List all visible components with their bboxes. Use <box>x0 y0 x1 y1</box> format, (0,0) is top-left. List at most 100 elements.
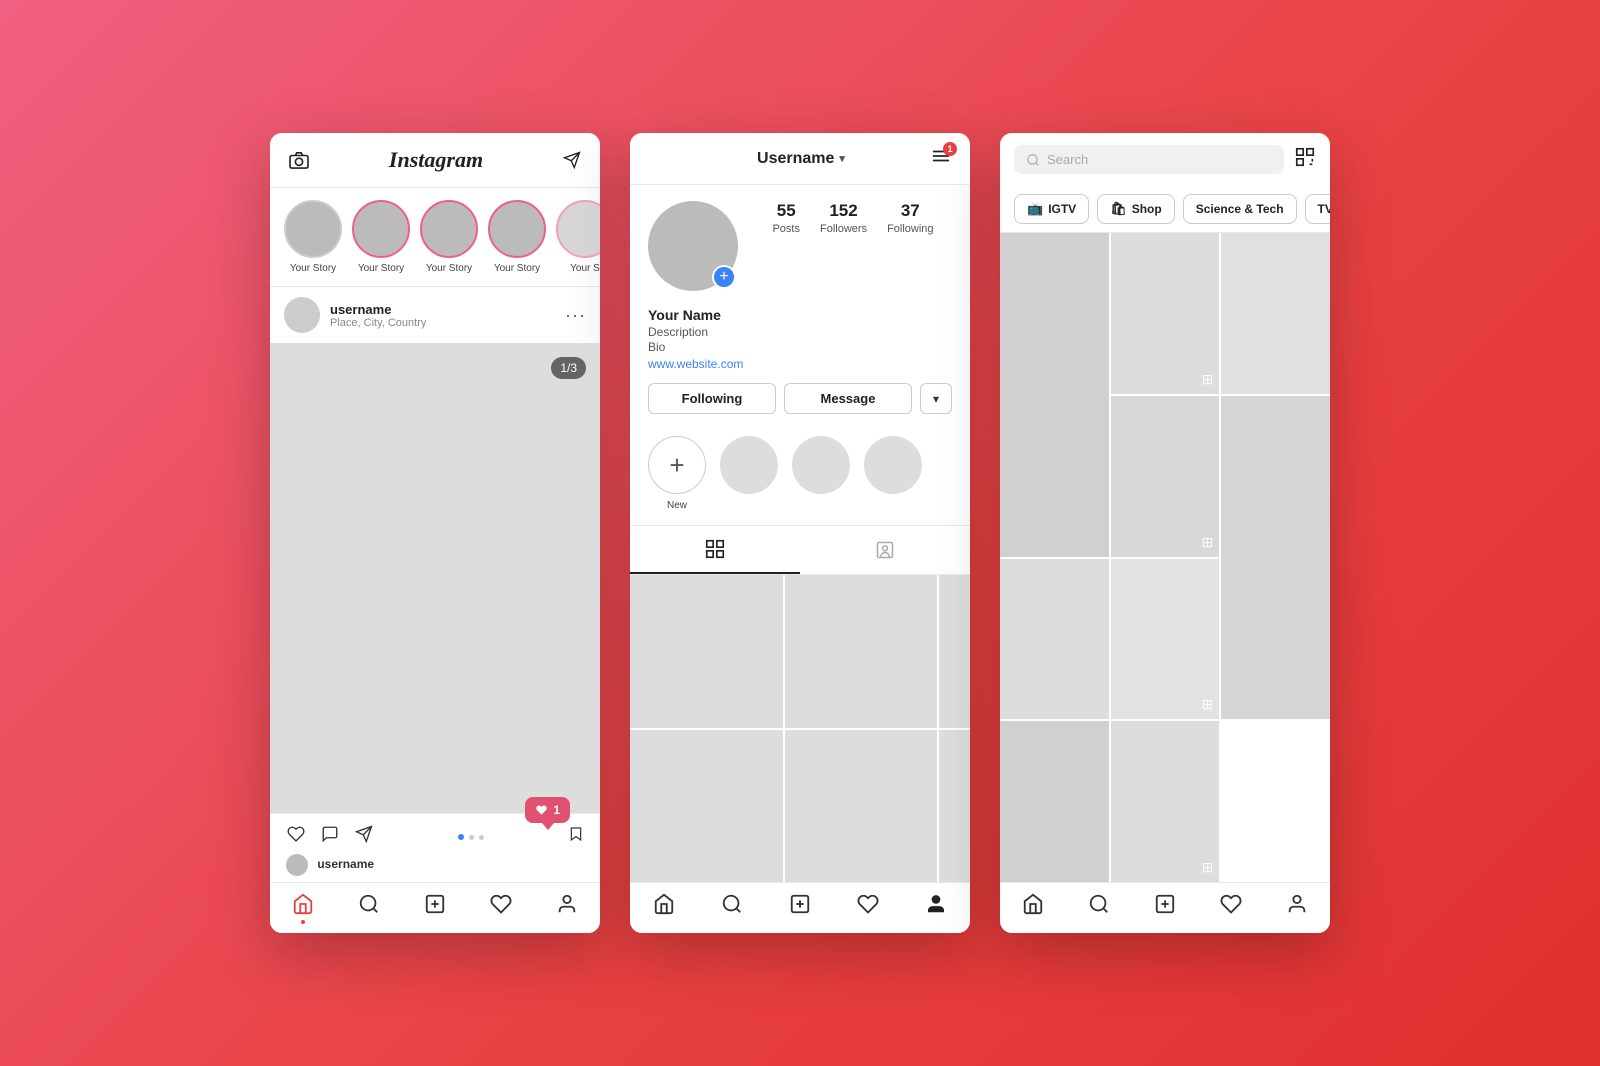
profile-icon[interactable] <box>556 893 578 921</box>
p2-profile-section: + 55 Posts 152 Followers 37 Following <box>630 185 970 307</box>
category-shop[interactable]: 🛍 Shop <box>1097 194 1175 224</box>
qr-code-icon[interactable] <box>1294 146 1316 174</box>
story-label-2: Your Story <box>426 263 472 274</box>
category-science-tech[interactable]: Science & Tech <box>1183 194 1297 224</box>
grid-cell-3 <box>939 575 970 728</box>
p1-header: Instagram <box>270 133 600 188</box>
comment-icon[interactable] <box>320 825 340 849</box>
following-stat[interactable]: 37 Following <box>887 201 933 235</box>
posts-stat: 55 Posts <box>772 201 800 235</box>
phone-1: Instagram Your Story Your Story Your Sto… <box>270 133 600 933</box>
message-button[interactable]: Message <box>784 383 912 414</box>
followers-label: Followers <box>820 223 867 235</box>
tagged-tab[interactable] <box>800 526 970 574</box>
username-text: Username <box>757 150 834 168</box>
save-icon[interactable] <box>568 824 584 850</box>
p3-categories: 📺 IGTV 🛍 Shop Science & Tech TV & mov <box>1000 186 1330 233</box>
highlight-3[interactable] <box>864 436 922 511</box>
search-placeholder-text: Search <box>1047 152 1088 167</box>
more-options-button[interactable]: ▾ <box>920 383 952 414</box>
followers-stat[interactable]: 152 Followers <box>820 201 867 235</box>
profile-name: Your Name <box>648 307 952 323</box>
p2-action-btns: Following Message ▾ <box>630 383 970 428</box>
story-label-1: Your Story <box>358 263 404 274</box>
search-nav-icon[interactable] <box>1088 893 1110 921</box>
grid-tab[interactable] <box>630 526 800 574</box>
share-icon[interactable] <box>354 825 374 849</box>
notification-bubble: 1 <box>525 797 570 823</box>
create-nav-icon[interactable] <box>1154 893 1176 921</box>
story-item-2[interactable]: Your Story <box>420 200 478 274</box>
post-counter: 1/3 <box>551 357 586 379</box>
phone-3: Search 📺 IGTV 🛍 Shop <box>1000 133 1330 933</box>
story-item-1[interactable]: Your Story <box>352 200 410 274</box>
search-nav-icon[interactable] <box>721 893 743 921</box>
more-options-icon[interactable]: ··· <box>565 305 586 326</box>
post-avatar <box>284 297 320 333</box>
grid-cell-4 <box>630 730 783 883</box>
following-label: Following <box>887 223 933 235</box>
story-item-0[interactable]: Your Story <box>284 200 342 274</box>
like-icon[interactable] <box>286 825 306 849</box>
explore-cell-tall-1 <box>1000 233 1109 557</box>
story-item-3[interactable]: Your Story <box>488 200 546 274</box>
p1-stories: Your Story Your Story Your Story Your St… <box>270 188 600 287</box>
phone-2: Username ▾ 1 + 55 Posts <box>630 133 970 933</box>
explore-cell-2: ⊞ <box>1111 233 1220 394</box>
following-button[interactable]: Following <box>648 383 776 414</box>
send-icon[interactable] <box>562 151 582 169</box>
explore-cell-7 <box>1000 721 1109 882</box>
p1-nav <box>270 882 600 933</box>
profile-bio: Bio <box>648 340 952 354</box>
following-count: 37 <box>901 201 920 221</box>
highlight-new[interactable]: + New <box>648 436 706 511</box>
profile-website[interactable]: www.website.com <box>648 357 952 371</box>
story-item-4[interactable]: Your S <box>556 200 600 274</box>
highlight-1[interactable] <box>720 436 778 511</box>
heart-nav-icon[interactable] <box>857 893 879 921</box>
profile-description: Description <box>648 325 952 339</box>
p1-bottom-bar: 1 username <box>270 813 600 933</box>
category-tv-movies[interactable]: TV & mov <box>1305 194 1330 224</box>
heart-nav-icon[interactable] <box>490 893 512 921</box>
p3-nav <box>1000 882 1330 933</box>
heart-nav-icon[interactable] <box>1220 893 1242 921</box>
story-label-3: Your Story <box>494 263 540 274</box>
tv-movies-label: TV & mov <box>1318 202 1330 216</box>
p2-header: Username ▾ 1 <box>630 133 970 185</box>
explore-cell-3 <box>1221 233 1330 394</box>
menu-icon-with-badge[interactable]: 1 <box>930 147 952 170</box>
profile-nav-icon[interactable] <box>925 893 947 921</box>
igtv-label: IGTV <box>1048 202 1076 216</box>
dropdown-icon: ▾ <box>839 152 845 165</box>
p2-username-display[interactable]: Username ▾ <box>757 150 845 168</box>
grid-cell-1 <box>630 575 783 728</box>
search-input-wrap[interactable]: Search <box>1014 145 1284 174</box>
profile-nav-icon[interactable] <box>1286 893 1308 921</box>
highlight-2[interactable] <box>792 436 850 511</box>
create-nav-icon[interactable] <box>789 893 811 921</box>
slide-dots <box>458 834 484 840</box>
science-tech-label: Science & Tech <box>1196 202 1284 216</box>
explore-cell-6: ⊞ <box>1111 559 1220 720</box>
home-nav-icon[interactable] <box>1022 893 1044 921</box>
camera-icon[interactable] <box>288 151 310 169</box>
story-label-4: Your S <box>570 263 600 274</box>
category-igtv[interactable]: 📺 IGTV <box>1014 194 1089 224</box>
explore-cell-tall-2 <box>1221 396 1330 720</box>
search-icon[interactable] <box>358 893 380 921</box>
posts-count: 55 <box>777 201 796 221</box>
p2-grid <box>630 575 970 882</box>
p2-avatar-wrap: + <box>648 201 738 291</box>
p2-bio: Your Name Description Bio www.website.co… <box>630 307 970 383</box>
home-nav-icon[interactable] <box>653 893 675 921</box>
post-user-bar: username Place, City, Country ··· <box>270 287 600 343</box>
add-story-button[interactable]: + <box>712 265 736 289</box>
home-icon[interactable] <box>292 893 314 921</box>
p3-search-bar: Search <box>1000 133 1330 186</box>
grid-cell-5 <box>785 730 938 883</box>
notification-badge: 1 <box>943 142 957 156</box>
p2-stats: 55 Posts 152 Followers 37 Following <box>754 201 952 235</box>
post-image: 1/3 <box>270 343 600 813</box>
create-post-icon[interactable] <box>424 893 446 921</box>
